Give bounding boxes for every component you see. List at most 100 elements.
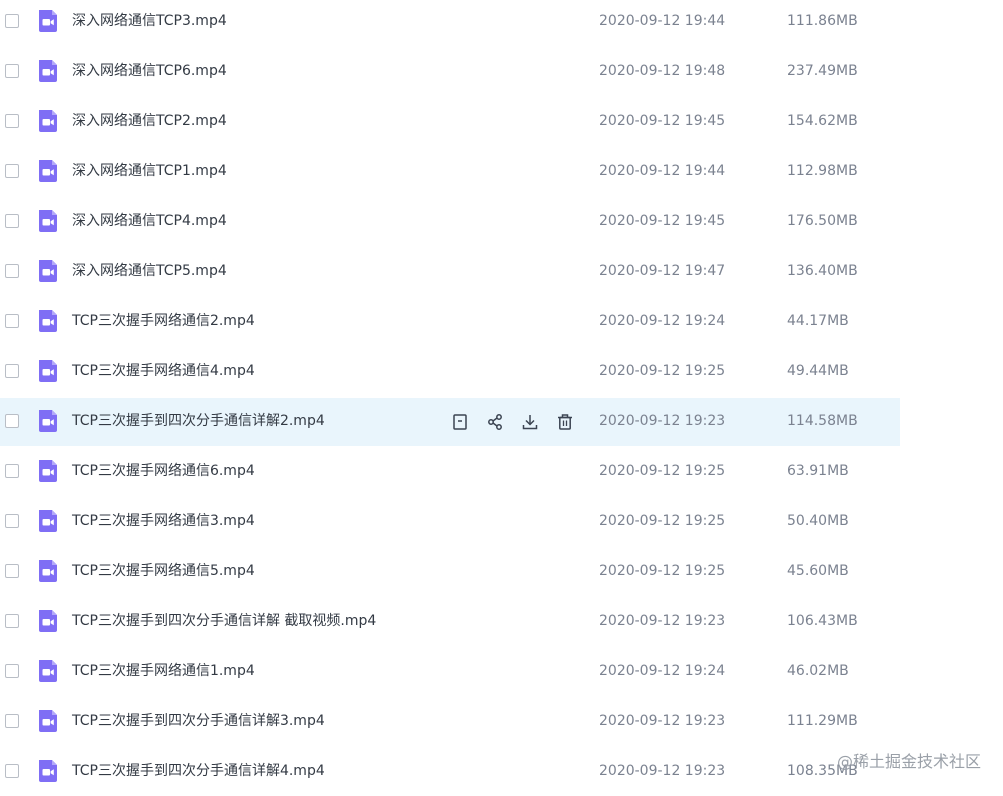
select-checkbox[interactable]: [5, 664, 19, 678]
file-size: 46.02MB: [787, 663, 849, 679]
file-name[interactable]: TCP三次握手到四次分手通信详解3.mp4: [72, 711, 325, 731]
file-size: 136.40MB: [787, 263, 858, 279]
file-date: 2020-09-12 19:47: [599, 263, 726, 279]
file-date: 2020-09-12 19:24: [599, 313, 726, 329]
video-file-icon: [36, 559, 60, 583]
file-name[interactable]: 深入网络通信TCP3.mp4: [72, 11, 227, 31]
file-row[interactable]: TCP三次握手到四次分手通信详解2.mp4 2020-09-12 19:23 114…: [0, 398, 900, 446]
row-actions: [448, 410, 577, 434]
file-size: 45.60MB: [787, 563, 849, 579]
video-file-icon: [36, 359, 60, 383]
select-checkbox[interactable]: [5, 464, 19, 478]
video-file-icon: [36, 259, 60, 283]
file-size: 111.86MB: [787, 13, 858, 29]
select-checkbox[interactable]: [5, 714, 19, 728]
video-file-icon: [36, 409, 60, 433]
file-name[interactable]: TCP三次握手到四次分手通信详解2.mp4: [72, 411, 325, 431]
video-file-icon: [36, 159, 60, 183]
select-checkbox[interactable]: [5, 514, 19, 528]
video-file-icon: [36, 609, 60, 633]
file-size: 237.49MB: [787, 63, 858, 79]
file-name[interactable]: TCP三次握手网络通信1.mp4: [72, 661, 255, 681]
file-date: 2020-09-12 19:25: [599, 563, 726, 579]
file-name[interactable]: TCP三次握手网络通信2.mp4: [72, 311, 255, 331]
file-row[interactable]: TCP三次握手网络通信4.mp4 2020-09-12 19:25 49.44MB: [0, 348, 900, 396]
file-row[interactable]: TCP三次握手到四次分手通信详解 截取视频.mp4 2020-09-12 19:2…: [0, 598, 900, 646]
file-row[interactable]: TCP三次握手网络通信5.mp4 2020-09-12 19:25 45.60MB: [0, 548, 900, 596]
file-row[interactable]: TCP三次握手到四次分手通信详解4.mp4 2020-09-12 19:23 108…: [0, 748, 900, 796]
select-checkbox[interactable]: [5, 164, 19, 178]
select-checkbox[interactable]: [5, 314, 19, 328]
video-file-icon: [36, 209, 60, 233]
file-date: 2020-09-12 19:23: [599, 713, 726, 729]
file-row[interactable]: TCP三次握手网络通信1.mp4 2020-09-12 19:24 46.02MB: [0, 648, 900, 696]
file-size: 154.62MB: [787, 113, 858, 129]
share-icon: [486, 413, 504, 431]
select-checkbox[interactable]: [5, 14, 19, 28]
file-name[interactable]: TCP三次握手网络通信4.mp4: [72, 361, 255, 381]
file-row[interactable]: TCP三次握手网络通信2.mp4 2020-09-12 19:24 44.17MB: [0, 298, 900, 346]
file-name[interactable]: TCP三次握手到四次分手通信详解 截取视频.mp4: [72, 611, 376, 631]
file-size: 112.98MB: [787, 163, 858, 179]
file-date: 2020-09-12 19:45: [599, 113, 726, 129]
video-file-icon: [36, 9, 60, 33]
file-row[interactable]: 深入网络通信TCP1.mp4 2020-09-12 19:44 112.98MB: [0, 148, 900, 196]
delete-button[interactable]: [553, 410, 577, 434]
video-file-icon: [36, 459, 60, 483]
select-checkbox[interactable]: [5, 414, 19, 428]
watermark: @稀土掘金技术社区: [836, 752, 981, 771]
file-date: 2020-09-12 19:25: [599, 513, 726, 529]
file-size: 111.29MB: [787, 713, 858, 729]
file-date: 2020-09-12 19:25: [599, 363, 726, 379]
select-checkbox[interactable]: [5, 764, 19, 778]
file-row[interactable]: TCP三次握手到四次分手通信详解3.mp4 2020-09-12 19:23 111…: [0, 698, 900, 746]
video-file-icon: [36, 659, 60, 683]
file-name[interactable]: TCP三次握手网络通信6.mp4: [72, 461, 255, 481]
file-size: 63.91MB: [787, 463, 849, 479]
file-date: 2020-09-12 19:24: [599, 663, 726, 679]
select-checkbox[interactable]: [5, 114, 19, 128]
select-checkbox[interactable]: [5, 64, 19, 78]
document-icon: [451, 413, 469, 431]
download-button[interactable]: [518, 410, 542, 434]
file-name[interactable]: 深入网络通信TCP2.mp4: [72, 111, 227, 131]
file-date: 2020-09-12 19:23: [599, 763, 726, 779]
file-size: 176.50MB: [787, 213, 858, 229]
file-date: 2020-09-12 19:23: [599, 413, 726, 429]
file-size: 49.44MB: [787, 363, 849, 379]
video-file-icon: [36, 309, 60, 333]
file-row[interactable]: TCP三次握手网络通信6.mp4 2020-09-12 19:25 63.91MB: [0, 448, 900, 496]
file-row[interactable]: TCP三次握手网络通信3.mp4 2020-09-12 19:25 50.40MB: [0, 498, 900, 546]
file-date: 2020-09-12 19:23: [599, 613, 726, 629]
file-name[interactable]: TCP三次握手网络通信3.mp4: [72, 511, 255, 531]
trash-icon: [556, 413, 574, 431]
file-name[interactable]: TCP三次握手网络通信5.mp4: [72, 561, 255, 581]
video-file-icon: [36, 509, 60, 533]
file-name[interactable]: 深入网络通信TCP1.mp4: [72, 161, 227, 181]
detail-button[interactable]: [448, 410, 472, 434]
download-icon: [521, 413, 539, 431]
share-button[interactable]: [483, 410, 507, 434]
file-row[interactable]: 深入网络通信TCP6.mp4 2020-09-12 19:48 237.49MB: [0, 48, 900, 96]
file-date: 2020-09-12 19:44: [599, 13, 726, 29]
file-name[interactable]: TCP三次握手到四次分手通信详解4.mp4: [72, 761, 325, 781]
file-row[interactable]: 深入网络通信TCP2.mp4 2020-09-12 19:45 154.62MB: [0, 98, 900, 146]
video-file-icon: [36, 759, 60, 783]
file-name[interactable]: 深入网络通信TCP6.mp4: [72, 61, 227, 81]
file-size: 106.43MB: [787, 613, 858, 629]
select-checkbox[interactable]: [5, 214, 19, 228]
select-checkbox[interactable]: [5, 564, 19, 578]
select-checkbox[interactable]: [5, 264, 19, 278]
file-row[interactable]: 深入网络通信TCP5.mp4 2020-09-12 19:47 136.40MB: [0, 248, 900, 296]
file-size: 44.17MB: [787, 313, 849, 329]
file-name[interactable]: 深入网络通信TCP4.mp4: [72, 211, 227, 231]
select-checkbox[interactable]: [5, 614, 19, 628]
file-row[interactable]: 深入网络通信TCP4.mp4 2020-09-12 19:45 176.50MB: [0, 198, 900, 246]
select-checkbox[interactable]: [5, 364, 19, 378]
file-date: 2020-09-12 19:45: [599, 213, 726, 229]
file-row[interactable]: 深入网络通信TCP3.mp4 2020-09-12 19:44 111.86MB: [0, 0, 900, 46]
file-date: 2020-09-12 19:48: [599, 63, 726, 79]
file-name[interactable]: 深入网络通信TCP5.mp4: [72, 261, 227, 281]
video-file-icon: [36, 59, 60, 83]
file-date: 2020-09-12 19:25: [599, 463, 726, 479]
